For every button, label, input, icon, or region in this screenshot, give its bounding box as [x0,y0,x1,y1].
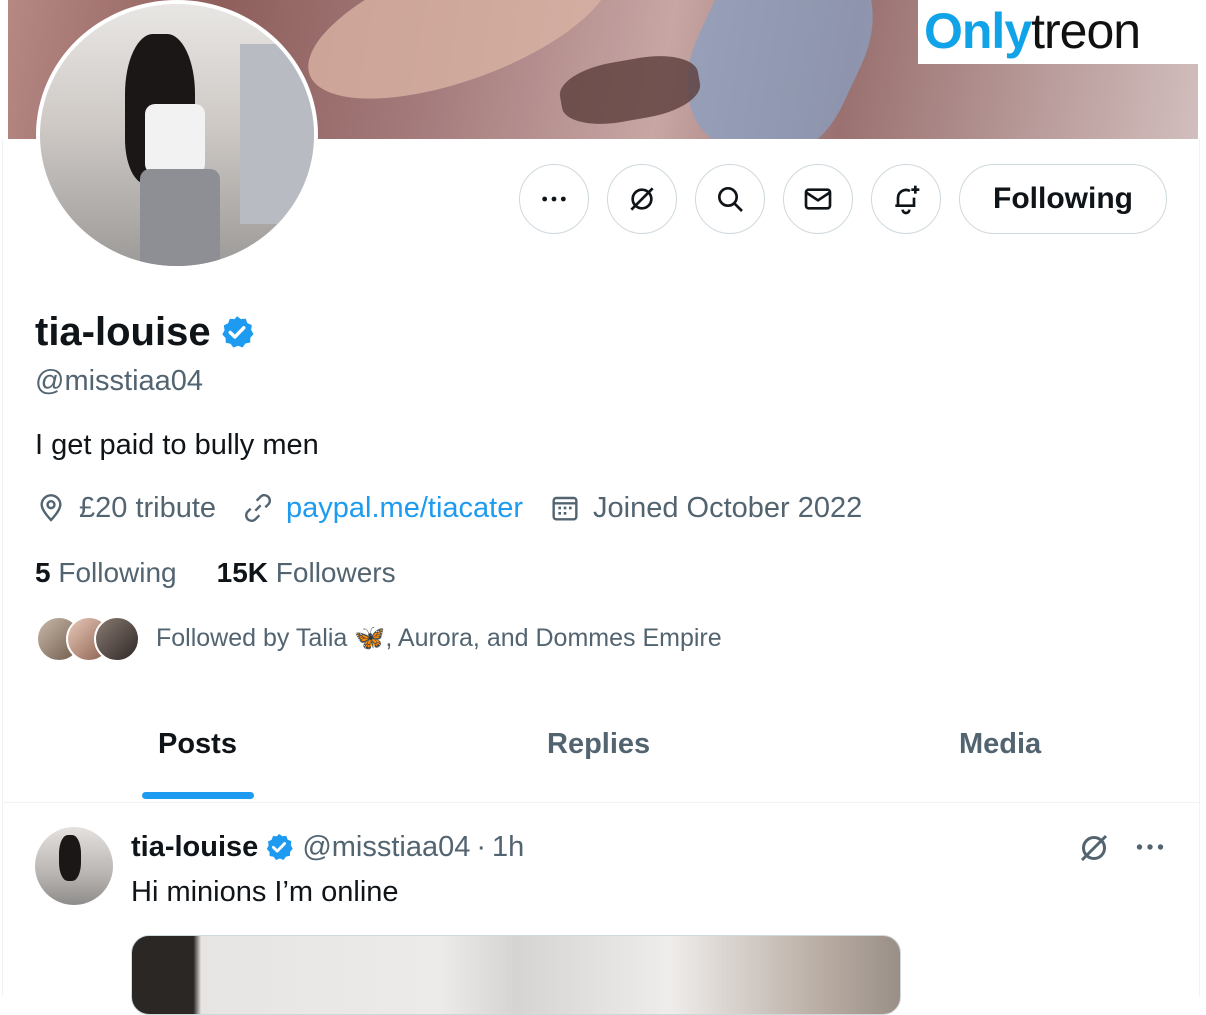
verified-badge-icon[interactable] [264,832,294,862]
post-author-name[interactable]: tia-louise [131,828,258,866]
profile-meta-row: £20 tribute paypal.me/tiacater Joined Oc… [35,490,888,526]
profile-name-row: tia-louise [35,308,255,356]
follower-avatar [94,616,140,662]
grok-icon [630,187,654,211]
banner-edge [0,0,8,139]
followers-count: 15K [216,557,269,588]
link-icon [245,494,272,522]
watermark-part2: treon [1031,3,1141,59]
website-link[interactable]: paypal.me/tiacater [286,490,523,526]
location-text: £20 tribute [79,492,217,524]
profile-joined: Joined October 2022 [549,490,862,526]
location-pin-icon [40,494,62,522]
search-icon [718,187,743,212]
avatar-photo-detail [240,44,314,224]
post-author-handle[interactable]: @misstiaa04 [302,828,470,866]
more-button[interactable] [519,164,589,234]
profile-tabs: Posts Replies Media [3,700,1199,803]
mail-icon [804,188,832,210]
follower-avatars [36,614,146,662]
post-media-image[interactable] [131,935,901,1015]
following-stat[interactable]: 5 Following [35,556,177,590]
watermark-part1: Only [924,3,1032,59]
verified-badge-icon[interactable] [219,314,255,350]
more-icon[interactable] [1132,832,1168,862]
tab-posts[interactable]: Posts [158,728,237,761]
joined-text: Joined October 2022 [593,492,863,524]
profile-website[interactable]: paypal.me/tiacater [242,490,523,526]
profile-stats: 5 Following 15K Followers [35,556,436,590]
profile-avatar[interactable] [36,0,318,270]
avatar-photo-detail [145,104,205,174]
message-button[interactable] [783,164,853,234]
avatar-photo-detail [140,169,220,266]
search-button[interactable] [695,164,765,234]
following-button[interactable]: Following [959,164,1167,234]
watermark-logo: Onlytreon [918,0,1200,64]
post-avatar[interactable] [35,827,113,905]
followers-stat[interactable]: 15K Followers [217,556,396,590]
profile-handle: @misstiaa04 [35,365,204,397]
post-text: Hi minions I’m online [131,876,399,908]
following-count: 5 [35,557,51,588]
following-label: Following [50,557,177,588]
followed-by-text: Followed by Talia 🦋, Aurora, and Dommes … [156,623,722,652]
grok-button[interactable] [607,164,677,234]
active-tab-indicator [142,792,254,799]
post-time[interactable]: 1h [492,828,524,866]
profile-name: tia-louise [35,310,211,354]
profile-location: £20 tribute [35,490,216,526]
post-header: tia-louise @misstiaa04 · 1h [131,828,524,866]
more-icon [542,196,566,202]
profile-bio: I get paid to bully men [35,429,319,461]
banner-photo-detail [555,48,705,132]
tab-replies[interactable]: Replies [547,728,650,761]
followed-by-row[interactable]: Followed by Talia 🦋, Aurora, and Dommes … [36,614,722,662]
grok-icon[interactable] [1076,830,1112,866]
bell-plus-icon [895,185,920,215]
calendar-icon [552,496,578,521]
avatar-photo-detail [59,835,81,881]
post-separator: · [476,831,487,863]
followers-label: Followers [268,557,396,588]
notify-button[interactable] [871,164,941,234]
tab-media[interactable]: Media [959,728,1041,761]
